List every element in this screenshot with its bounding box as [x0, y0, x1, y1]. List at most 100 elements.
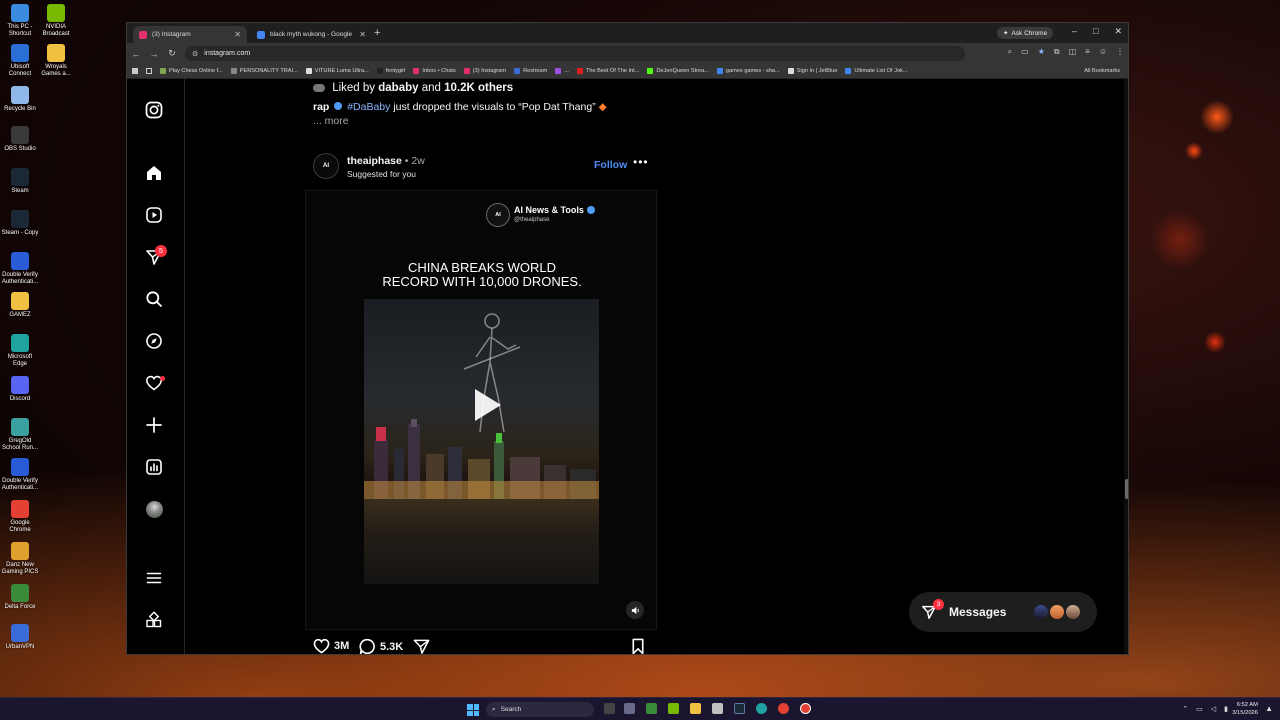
save-action[interactable]: [631, 638, 645, 655]
tray-chevron-icon[interactable]: ⌃: [1182, 705, 1188, 713]
start-button-icon[interactable]: [467, 704, 479, 716]
desktop-icon[interactable]: This PC - Shortcut: [0, 4, 40, 38]
bookmark-icon[interactable]: [631, 638, 645, 655]
notification-bell-icon[interactable]: ▲: [1265, 704, 1273, 713]
share-icon[interactable]: [413, 638, 430, 655]
minimize-button[interactable]: –: [1072, 26, 1077, 37]
more-menu-icon[interactable]: ⋮: [1116, 47, 1124, 57]
caption-more-link[interactable]: ... more: [313, 115, 349, 127]
tab-google-search[interactable]: black myth wukong - Google S ✕: [251, 26, 372, 43]
desktop-icon[interactable]: Ubisoft Connect: [0, 44, 40, 78]
taskbar-clock[interactable]: 6:52 AM 3/15/2026: [1232, 701, 1258, 717]
reload-icon[interactable]: ↻: [163, 48, 181, 59]
profile-icon[interactable]: ☺: [1099, 47, 1107, 57]
steam-icon[interactable]: [734, 703, 745, 714]
create-icon[interactable]: [145, 416, 163, 434]
tab-instagram[interactable]: (3) Instagram ✕: [133, 26, 247, 43]
menu-icon[interactable]: [145, 569, 163, 587]
bookmark-item[interactable]: Inbox • Chats: [413, 68, 456, 74]
apps-grid-icon[interactable]: [132, 68, 138, 74]
bookmark-item[interactable]: games games - sha...: [716, 68, 780, 74]
ask-chrome-button[interactable]: ✦ Ask Chrome: [997, 27, 1054, 39]
bookmark-item[interactable]: VITURE Luma Ultra...: [305, 68, 369, 74]
app-icon[interactable]: [646, 703, 657, 714]
file-explorer-icon[interactable]: [690, 703, 701, 714]
chrome-active-icon[interactable]: [800, 703, 811, 714]
reels-icon[interactable]: [145, 206, 163, 224]
bookmark-star-icon[interactable]: ★: [1038, 47, 1045, 57]
like-icon[interactable]: [313, 638, 330, 654]
bookmark-item[interactable]: Ultimate List Of Jok...: [845, 68, 908, 74]
comment-icon[interactable]: [359, 638, 376, 655]
desktop-icon[interactable]: Discord: [0, 376, 40, 403]
post-avatar[interactable]: AI: [313, 153, 339, 179]
cast-icon[interactable]: ▭: [1021, 47, 1029, 57]
caption-username[interactable]: rap: [313, 101, 329, 113]
desktop-icon[interactable]: GAMEZ: [0, 292, 40, 319]
desktop-icon[interactable]: Danz New Gaming PICS: [0, 542, 40, 576]
network-icon[interactable]: ▭: [1196, 705, 1203, 713]
edge-icon[interactable]: [756, 703, 767, 714]
desktop-icon[interactable]: Recycle Bin: [0, 86, 40, 113]
tab-groups-icon[interactable]: [146, 68, 152, 74]
nvidia-icon[interactable]: [668, 703, 679, 714]
sidepanel-icon[interactable]: ◫: [1069, 47, 1077, 57]
bookmark-item[interactable]: Sign In | JetBlue: [787, 68, 837, 74]
desktop-icon[interactable]: Steam: [0, 168, 40, 195]
mute-toggle-icon[interactable]: [626, 601, 644, 619]
desktop-icon[interactable]: Double Verify Authenticati...: [0, 252, 40, 286]
like-action[interactable]: 3M: [313, 638, 349, 654]
taskbar-search[interactable]: ⌕ Search: [486, 702, 594, 717]
share-action[interactable]: [413, 638, 430, 655]
settings-icon[interactable]: [624, 703, 635, 714]
messages-bar[interactable]: 3 Messages: [909, 592, 1097, 632]
post-username-link[interactable]: theaiphase: [347, 155, 402, 167]
comment-action[interactable]: 5.3K: [359, 638, 403, 655]
desktop-icon[interactable]: GregOld School Run...: [0, 418, 40, 452]
notepad-icon[interactable]: [712, 703, 723, 714]
bookmark-item[interactable]: DeJenQueen Strea...: [647, 68, 709, 74]
post-media[interactable]: AI AI News & Tools @theaiphase CHINA BRE…: [305, 190, 657, 630]
desktop-icon[interactable]: Double Verify Authenticati...: [0, 458, 40, 492]
new-tab-button[interactable]: +: [374, 27, 380, 39]
extensions-icon[interactable]: ⧉: [1054, 47, 1060, 57]
desktop-icon[interactable]: Microsoft Edge: [0, 334, 40, 368]
liked-others-link[interactable]: 10.2K others: [444, 82, 513, 94]
all-bookmarks-button[interactable]: All Bookmarks: [1084, 68, 1120, 74]
site-info-icon[interactable]: ⚙: [192, 50, 198, 58]
close-window-button[interactable]: ✕: [1114, 26, 1122, 37]
close-tab-icon[interactable]: ✕: [234, 30, 241, 39]
home-icon[interactable]: [145, 164, 163, 182]
maximize-button[interactable]: □: [1093, 26, 1098, 37]
desktop-icon[interactable]: OBS Studio: [0, 126, 40, 153]
close-tab-icon[interactable]: ✕: [359, 30, 366, 39]
address-bar[interactable]: ⚙ instagram.com: [185, 46, 965, 61]
zoom-icon[interactable]: ⌕: [1008, 47, 1012, 57]
caption-hashtag-link[interactable]: #DaBaby: [347, 101, 390, 113]
desktop-icon[interactable]: Wroyals Games a...: [36, 44, 76, 78]
bookmark-item[interactable]: PERSONALITY TRAI...: [230, 68, 298, 74]
desktop-icon[interactable]: Google Chrome: [0, 500, 40, 534]
follow-button[interactable]: Follow: [594, 159, 627, 171]
more-options-icon[interactable]: •••: [633, 155, 649, 169]
desktop-icon[interactable]: Steam - Copy: [0, 210, 40, 237]
profile-avatar[interactable]: [145, 500, 163, 518]
search-icon[interactable]: [145, 290, 163, 308]
task-view-icon[interactable]: [604, 703, 615, 714]
battery-icon[interactable]: ▮: [1224, 705, 1228, 713]
play-button[interactable]: [461, 381, 509, 429]
instagram-logo-icon[interactable]: [145, 101, 163, 119]
chrome-icon[interactable]: [778, 703, 789, 714]
desktop-icon[interactable]: UrbanVPN: [0, 624, 40, 651]
desktop-icon[interactable]: Delta Force: [0, 584, 40, 611]
forward-icon[interactable]: →: [145, 49, 163, 59]
explore-icon[interactable]: [145, 332, 163, 350]
liked-user-link[interactable]: dababy: [378, 82, 418, 94]
page-scrollbar[interactable]: [1124, 79, 1128, 654]
bookmark-item[interactable]: Play Chess Online f...: [160, 68, 223, 74]
desktop-icon[interactable]: NVIDIA Broadcast: [36, 4, 76, 38]
apps-icon[interactable]: [145, 611, 163, 629]
bookmark-item[interactable]: (3) Instagram: [463, 68, 506, 74]
volume-icon[interactable]: ◁: [1211, 705, 1216, 713]
video-player[interactable]: [364, 299, 599, 584]
